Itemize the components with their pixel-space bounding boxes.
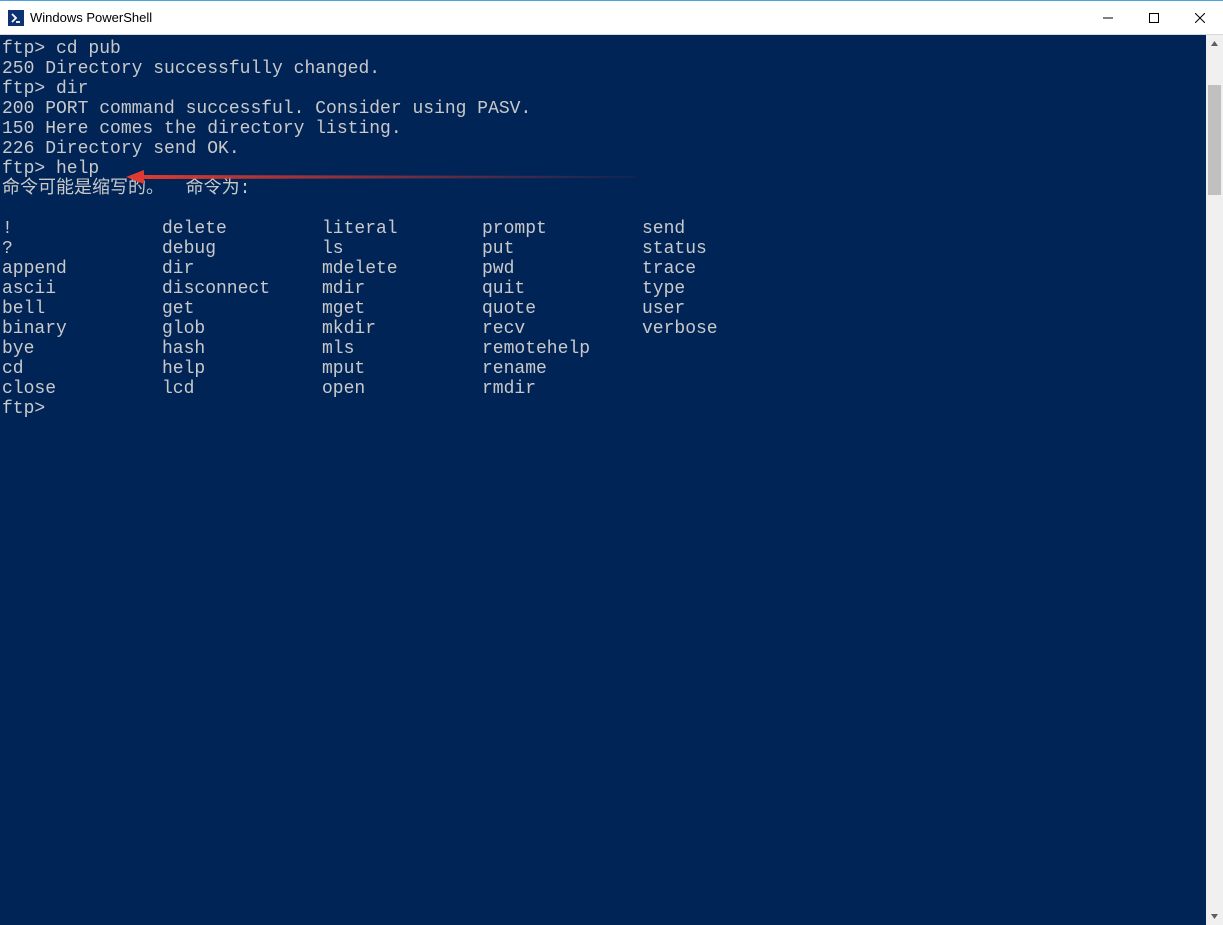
help-command: get <box>162 299 322 319</box>
help-command: help <box>162 359 322 379</box>
help-command: delete <box>162 219 322 239</box>
help-command: mget <box>322 299 482 319</box>
window-controls <box>1085 1 1223 34</box>
help-command: ? <box>2 239 162 259</box>
help-command <box>642 379 802 399</box>
terminal-line: 150 Here comes the directory listing. <box>2 119 1206 139</box>
help-command: ascii <box>2 279 162 299</box>
help-command: ls <box>322 239 482 259</box>
terminal-line: ftp> cd pub <box>2 39 1206 59</box>
help-command: put <box>482 239 642 259</box>
help-command: mdir <box>322 279 482 299</box>
help-command: ! <box>2 219 162 239</box>
close-button[interactable] <box>1177 1 1223 34</box>
help-command <box>642 339 802 359</box>
terminal-area: ftp> cd pub250 Directory successfully ch… <box>0 35 1223 925</box>
maximize-button[interactable] <box>1131 1 1177 34</box>
help-command: open <box>322 379 482 399</box>
help-command: quit <box>482 279 642 299</box>
titlebar[interactable]: Windows PowerShell <box>0 1 1223 35</box>
help-command: close <box>2 379 162 399</box>
terminal-line: 226 Directory send OK. <box>2 139 1206 159</box>
help-command: disconnect <box>162 279 322 299</box>
help-command: bye <box>2 339 162 359</box>
powershell-icon <box>8 10 24 26</box>
window-title: Windows PowerShell <box>30 10 1085 25</box>
help-command: type <box>642 279 802 299</box>
help-command: append <box>2 259 162 279</box>
help-command: mkdir <box>322 319 482 339</box>
help-command: literal <box>322 219 482 239</box>
help-command: pwd <box>482 259 642 279</box>
help-command: mdelete <box>322 259 482 279</box>
help-command: rmdir <box>482 379 642 399</box>
help-command: dir <box>162 259 322 279</box>
help-command: binary <box>2 319 162 339</box>
help-command: send <box>642 219 802 239</box>
terminal-line: 200 PORT command successful. Consider us… <box>2 99 1206 119</box>
terminal-prompt: ftp> <box>2 399 1206 419</box>
help-command: verbose <box>642 319 802 339</box>
help-command: status <box>642 239 802 259</box>
help-command: trace <box>642 259 802 279</box>
scroll-up-icon[interactable] <box>1206 35 1223 52</box>
help-command: hash <box>162 339 322 359</box>
terminal-line: ftp> help <box>2 159 1206 179</box>
terminal-line: 命令可能是缩写的。 命令为: <box>2 179 1206 199</box>
help-command: debug <box>162 239 322 259</box>
help-command: user <box>642 299 802 319</box>
terminal-line: ftp> dir <box>2 79 1206 99</box>
powershell-window: Windows PowerShell ftp> cd pub250 Direct… <box>0 0 1223 925</box>
help-command: recv <box>482 319 642 339</box>
terminal-line <box>2 199 1206 219</box>
help-command: bell <box>2 299 162 319</box>
help-commands-table: !deleteliteralpromptsend?debuglsputstatu… <box>2 219 802 399</box>
help-command: mls <box>322 339 482 359</box>
help-command: lcd <box>162 379 322 399</box>
vertical-scrollbar[interactable] <box>1206 35 1223 925</box>
help-command: mput <box>322 359 482 379</box>
help-command: glob <box>162 319 322 339</box>
help-command <box>642 359 802 379</box>
terminal-output[interactable]: ftp> cd pub250 Directory successfully ch… <box>0 35 1206 925</box>
terminal-line: 250 Directory successfully changed. <box>2 59 1206 79</box>
help-command: rename <box>482 359 642 379</box>
help-command: cd <box>2 359 162 379</box>
minimize-button[interactable] <box>1085 1 1131 34</box>
scroll-down-icon[interactable] <box>1206 908 1223 925</box>
scroll-thumb[interactable] <box>1208 85 1221 195</box>
help-command: prompt <box>482 219 642 239</box>
help-command: quote <box>482 299 642 319</box>
help-command: remotehelp <box>482 339 642 359</box>
